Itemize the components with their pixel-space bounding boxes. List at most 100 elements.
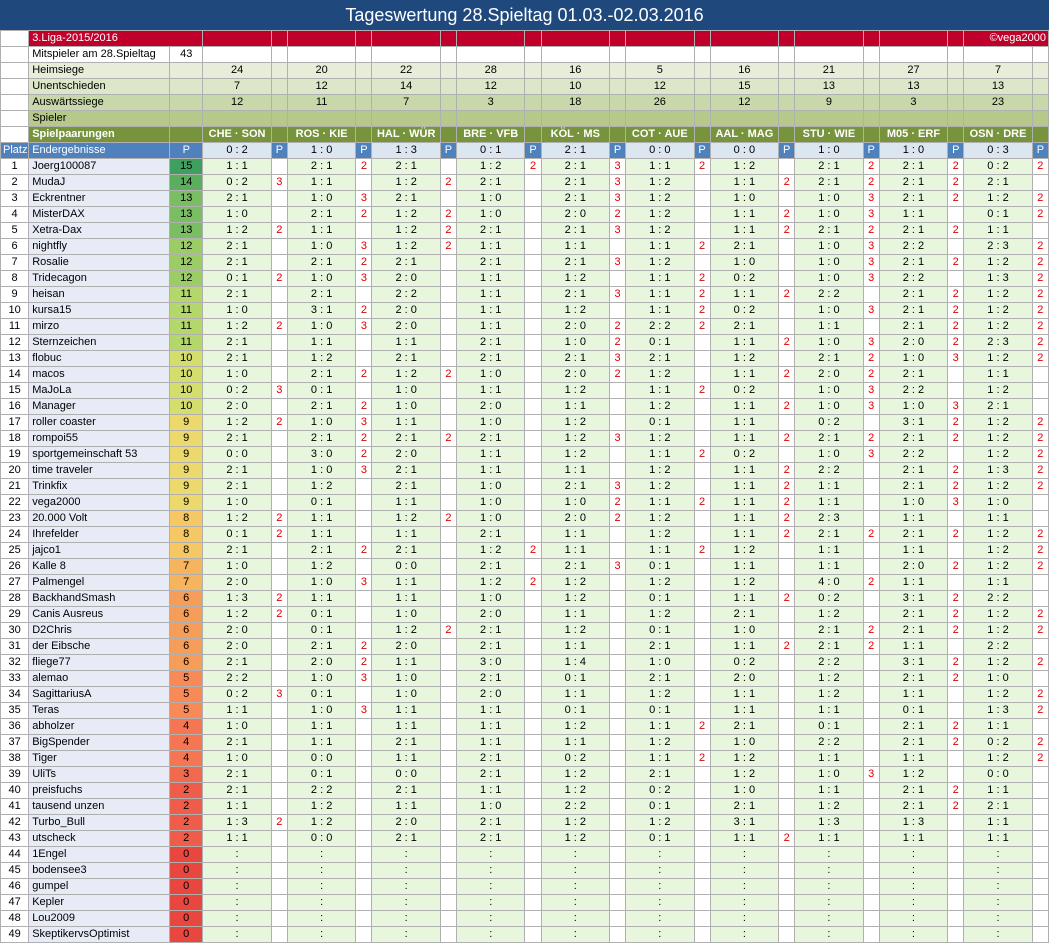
stat-cell <box>693 94 711 111</box>
stat-cell <box>524 94 542 111</box>
tip-points <box>270 798 288 815</box>
tip-points <box>778 750 796 767</box>
tip-points: 2 <box>439 622 458 639</box>
tip-points <box>608 894 627 911</box>
tip-points <box>693 526 711 543</box>
tip-points: 2 <box>778 494 796 511</box>
tip-points <box>524 622 542 639</box>
tip-points: 2 <box>439 366 458 383</box>
player-points: 10 <box>169 382 204 399</box>
player-name: utscheck <box>28 830 171 847</box>
tip-points <box>439 350 458 367</box>
tip-points <box>439 910 458 927</box>
tip-cell: 1 : 1 <box>455 318 526 335</box>
rank-cell: 38 <box>0 750 30 767</box>
tip-points: 3 <box>355 238 373 255</box>
tip-cell: 1 : 2 <box>540 414 611 431</box>
ausw-count: 3 <box>455 94 526 111</box>
tip-points <box>524 878 542 895</box>
tip-points: 2 <box>947 526 965 543</box>
tip-cell: 1 : 2 <box>625 174 695 191</box>
spielpaarungen-label: Spielpaarungen <box>28 126 171 143</box>
tip-cell: 2 : 1 <box>455 750 526 767</box>
empty-cell <box>963 46 1033 63</box>
tip-cell: 1 : 0 <box>202 366 272 383</box>
tip-cell: 1 : 1 <box>709 702 780 719</box>
tip-cell: 2 : 1 <box>455 350 526 367</box>
match-pair: AAL · MAG <box>709 126 780 143</box>
tip-points <box>270 302 288 319</box>
tip-cell: 1 : 1 <box>371 718 441 735</box>
rank-cell: 43 <box>0 830 30 847</box>
tip-points <box>1031 510 1049 527</box>
player-row: 18 rompoi55 9 2 : 12 : 122 : 122 : 11 : 231… <box>0 430 1049 447</box>
player-points: 5 <box>169 702 204 719</box>
tip-cell: 1 : 1 <box>878 830 949 847</box>
tip-cell: 1 : 1 <box>709 206 780 223</box>
tip-cell: : <box>794 894 864 911</box>
rank-cell: 2 <box>0 174 30 191</box>
tip-cell: 2 : 0 <box>202 398 272 415</box>
tip-cell: 0 : 2 <box>963 734 1033 751</box>
player-name: bodensee3 <box>28 862 171 879</box>
tip-points <box>947 542 965 559</box>
player-points: 4 <box>169 718 204 735</box>
player-row: 12 Sternzeichen 11 2 : 11 : 11 : 12 : 11 : … <box>0 334 1049 351</box>
tip-cell: 1 : 1 <box>202 158 272 175</box>
tip-points: 3 <box>355 670 373 687</box>
spacer-cell <box>0 30 30 47</box>
tip-points <box>524 766 542 783</box>
heim-count: 7 <box>963 62 1033 79</box>
tip-points <box>355 622 373 639</box>
player-points: 14 <box>169 174 204 191</box>
tip-cell: 3 : 1 <box>709 814 780 831</box>
tip-points <box>947 878 965 895</box>
tip-points <box>778 542 796 559</box>
player-points: 0 <box>169 846 204 863</box>
tip-cell: 0 : 2 <box>709 654 780 671</box>
tip-points <box>439 590 458 607</box>
tip-points <box>608 606 627 623</box>
empty-cell <box>778 46 796 63</box>
player-name: UliTs <box>28 766 171 783</box>
tip-points: 2 <box>947 718 965 735</box>
tip-points <box>608 670 627 687</box>
match-pair: OSN · DRE <box>963 126 1033 143</box>
tip-points <box>1031 862 1049 879</box>
player-points: 12 <box>169 238 204 255</box>
tip-cell: 1 : 2 <box>371 366 441 383</box>
rank-cell: 30 <box>0 622 30 639</box>
tip-points: 2 <box>693 750 711 767</box>
tip-points <box>355 734 373 751</box>
tip-cell: : <box>540 894 611 911</box>
tip-cell: : <box>202 862 272 879</box>
tip-cell: 2 : 1 <box>455 622 526 639</box>
tip-points <box>439 782 458 799</box>
tip-cell: 1 : 0 <box>794 190 864 207</box>
tip-cell: 1 : 0 <box>286 190 357 207</box>
tip-points <box>524 910 542 927</box>
tip-points: 2 <box>1031 478 1049 495</box>
tip-cell: : <box>286 846 357 863</box>
header-cell <box>455 110 526 127</box>
tip-points <box>778 238 796 255</box>
stat-cell <box>439 62 458 79</box>
tip-points <box>439 334 458 351</box>
header-cell <box>862 30 880 47</box>
spielpaarungen-row: Spielpaarungen CHE · SON ROS · KIE HAL · WÜ… <box>0 126 1049 143</box>
tip-points: 3 <box>947 350 965 367</box>
tip-cell: 0 : 1 <box>625 622 695 639</box>
tip-points <box>608 542 627 559</box>
mitspieler-row: Mitspieler am 28.Spieltag 43 <box>0 46 1049 63</box>
tip-points: 2 <box>608 206 627 223</box>
tip-points <box>355 766 373 783</box>
tip-cell: : <box>202 910 272 927</box>
stat-cell <box>862 78 880 95</box>
tip-cell: : <box>794 926 864 943</box>
tip-cell: 1 : 1 <box>371 334 441 351</box>
tip-points: 2 <box>947 430 965 447</box>
tip-points: 2 <box>1031 542 1049 559</box>
tip-points: 3 <box>862 238 880 255</box>
tip-points <box>355 910 373 927</box>
tip-cell: 1 : 1 <box>794 494 864 511</box>
